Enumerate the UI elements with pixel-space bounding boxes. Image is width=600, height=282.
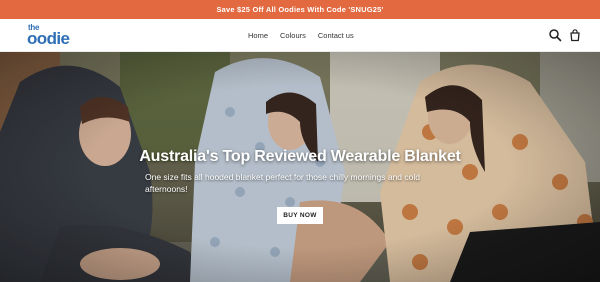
announcement-text: Save $25 Off All Oodies With Code 'SNUG2… xyxy=(216,5,384,14)
nav-colours[interactable]: Colours xyxy=(280,31,306,40)
logo-main-text: oodie xyxy=(27,29,70,48)
main-nav: Home Colours Contact us xyxy=(248,19,354,52)
nav-home[interactable]: Home xyxy=(248,31,268,40)
cart-icon[interactable] xyxy=(568,28,582,42)
hero-photo xyxy=(0,52,600,282)
announcement-bar: Save $25 Off All Oodies With Code 'SNUG2… xyxy=(0,0,600,19)
search-icon[interactable] xyxy=(548,28,562,42)
hero-banner: Australia's Top Reviewed Wearable Blanke… xyxy=(0,52,600,282)
site-logo[interactable]: the oodie xyxy=(27,24,73,48)
hero-title: Australia's Top Reviewed Wearable Blanke… xyxy=(139,148,461,165)
site-header: the oodie Home Colours Contact us xyxy=(0,19,600,52)
buy-now-button[interactable]: BUY NOW xyxy=(277,207,323,224)
nav-contact-us[interactable]: Contact us xyxy=(318,31,354,40)
hero-subtitle: One size fits all hooded blanket perfect… xyxy=(145,172,420,194)
